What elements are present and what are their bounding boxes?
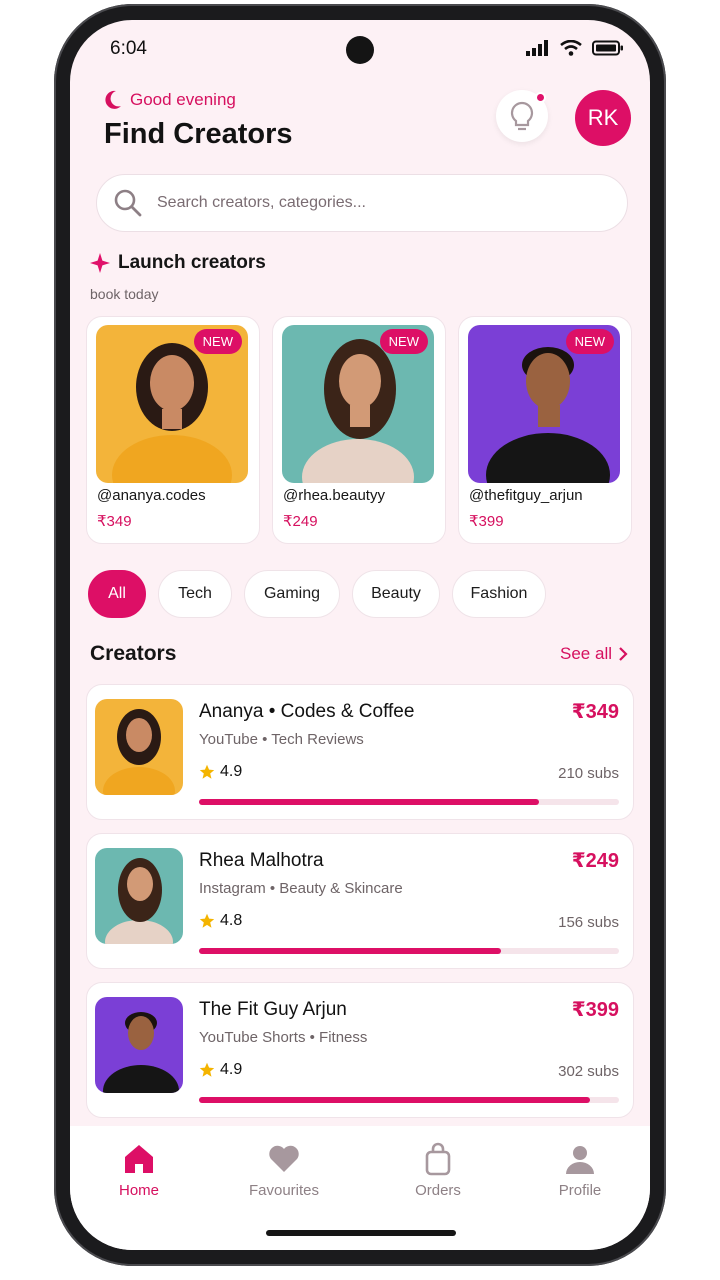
- greeting-text: Good evening: [130, 90, 236, 109]
- launch-section-subtitle: book today: [90, 286, 159, 302]
- creator-rating: 4.8: [199, 912, 242, 930]
- rating-value: 4.8: [220, 912, 243, 929]
- launch-card[interactable]: NEW @rhea.beautyy ₹249: [272, 316, 446, 544]
- app-screen: 6:04 Good evening Find Creators RK Launc…: [70, 20, 650, 1250]
- user-icon: [566, 1146, 594, 1174]
- bag-icon: [425, 1142, 451, 1176]
- creator-rating: 4.9: [199, 763, 242, 781]
- launch-card[interactable]: NEW @thefitguy_arjun ₹399: [458, 316, 632, 544]
- creator-price: ₹349: [571, 701, 619, 723]
- progress-fill: [199, 799, 540, 805]
- creators-section-title: Creators: [90, 642, 177, 665]
- creator-subs: 210 subs: [558, 765, 619, 782]
- star-icon: [199, 764, 215, 779]
- subs-progress-bar: [199, 1097, 619, 1103]
- signal-icon: [526, 40, 548, 56]
- rating-value: 4.9: [220, 1061, 243, 1078]
- tab-label: Favourites: [248, 1182, 320, 1199]
- launch-section-title: Launch creators: [118, 252, 266, 273]
- subs-progress-bar: [199, 799, 619, 805]
- creator-subs: 156 subs: [558, 914, 619, 931]
- card-price: ₹399: [469, 513, 504, 530]
- see-all-link[interactable]: See all: [560, 644, 628, 664]
- launch-section-header: Launch creators: [90, 252, 266, 274]
- creator-name: Rhea Malhotra: [199, 850, 324, 871]
- launch-cards: NEW @ananya.codes ₹349 NEW @rhea.beautyy…: [86, 316, 632, 544]
- creator-price: ₹249: [571, 850, 619, 872]
- lightbulb-icon: [510, 101, 534, 131]
- wifi-icon: [560, 40, 582, 56]
- card-handle: @thefitguy_arjun: [469, 487, 583, 504]
- tab-label: Home: [118, 1182, 159, 1199]
- filter-chip-all[interactable]: All: [88, 570, 146, 618]
- tab-label: Profile: [558, 1182, 602, 1199]
- creator-photo: NEW: [96, 325, 248, 483]
- greeting-row: Good evening: [104, 90, 236, 110]
- creator-meta: YouTube • Tech Reviews: [199, 731, 364, 748]
- front-camera: [346, 36, 374, 64]
- creator-subs: 302 subs: [558, 1063, 619, 1080]
- moon-icon: [105, 90, 121, 109]
- tab-orders[interactable]: Orders: [383, 1142, 493, 1199]
- progress-fill: [199, 948, 502, 954]
- system-icons: [526, 40, 624, 56]
- filter-chip-beauty[interactable]: Beauty: [352, 570, 440, 618]
- card-handle: @ananya.codes: [97, 487, 206, 504]
- launch-card[interactable]: NEW @ananya.codes ₹349: [86, 316, 260, 544]
- creator-photo: NEW: [468, 325, 620, 483]
- tab-favourites[interactable]: Favourites: [229, 1142, 339, 1199]
- progress-fill: [199, 1097, 590, 1103]
- notification-dot: [535, 92, 546, 103]
- tab-profile[interactable]: Profile: [525, 1142, 635, 1199]
- subs-progress-bar: [199, 948, 619, 954]
- sparkle-icon: [90, 253, 110, 273]
- creator-rating: 4.9: [199, 1061, 242, 1079]
- search-input[interactable]: [157, 194, 597, 212]
- filter-chip-tech[interactable]: Tech: [158, 570, 232, 618]
- card-handle: @rhea.beautyy: [283, 487, 385, 504]
- home-indicator: [266, 1230, 456, 1236]
- heart-icon: [269, 1145, 299, 1172]
- filter-chip-fashion[interactable]: Fashion: [452, 570, 546, 618]
- creator-name: The Fit Guy Arjun: [199, 999, 347, 1020]
- new-badge: NEW: [565, 329, 614, 354]
- creator-meta: YouTube Shorts • Fitness: [199, 1029, 368, 1046]
- new-badge: NEW: [193, 329, 242, 354]
- search-icon: [114, 189, 142, 217]
- notifications-button[interactable]: [496, 90, 548, 142]
- creator-thumbnail: [95, 997, 183, 1093]
- chevron-right-icon: [619, 647, 628, 661]
- tab-home[interactable]: Home: [84, 1142, 194, 1199]
- creator-thumbnail: [95, 699, 183, 795]
- battery-icon: [592, 40, 623, 56]
- search-bar[interactable]: [96, 174, 628, 232]
- creator-thumbnail: [95, 848, 183, 944]
- profile-avatar[interactable]: RK: [575, 90, 631, 146]
- home-icon: [125, 1145, 153, 1173]
- filter-chip-gaming[interactable]: Gaming: [244, 570, 340, 618]
- status-time: 6:04: [110, 38, 147, 59]
- category-filters: All Tech Gaming Beauty Fashion: [88, 570, 546, 618]
- see-all-label: See all: [560, 644, 612, 663]
- creator-photo: NEW: [282, 325, 434, 483]
- star-icon: [199, 1062, 215, 1077]
- creator-row[interactable]: The Fit Guy Arjun YouTube Shorts • Fitne…: [86, 982, 634, 1118]
- page-title: Find Creators: [104, 118, 293, 150]
- card-price: ₹249: [283, 513, 318, 530]
- creator-row[interactable]: Rhea Malhotra Instagram • Beauty & Skinc…: [86, 833, 634, 969]
- creator-name: Ananya • Codes & Coffee: [199, 701, 415, 722]
- rating-value: 4.9: [220, 763, 243, 780]
- card-price: ₹349: [97, 513, 132, 530]
- status-bar: 6:04: [70, 20, 650, 76]
- creator-row[interactable]: Ananya • Codes & Coffee YouTube • Tech R…: [86, 684, 634, 820]
- new-badge: NEW: [379, 329, 428, 354]
- creator-price: ₹399: [571, 999, 619, 1021]
- creator-meta: Instagram • Beauty & Skincare: [199, 880, 403, 897]
- star-icon: [199, 913, 215, 928]
- tab-label: Orders: [415, 1182, 461, 1199]
